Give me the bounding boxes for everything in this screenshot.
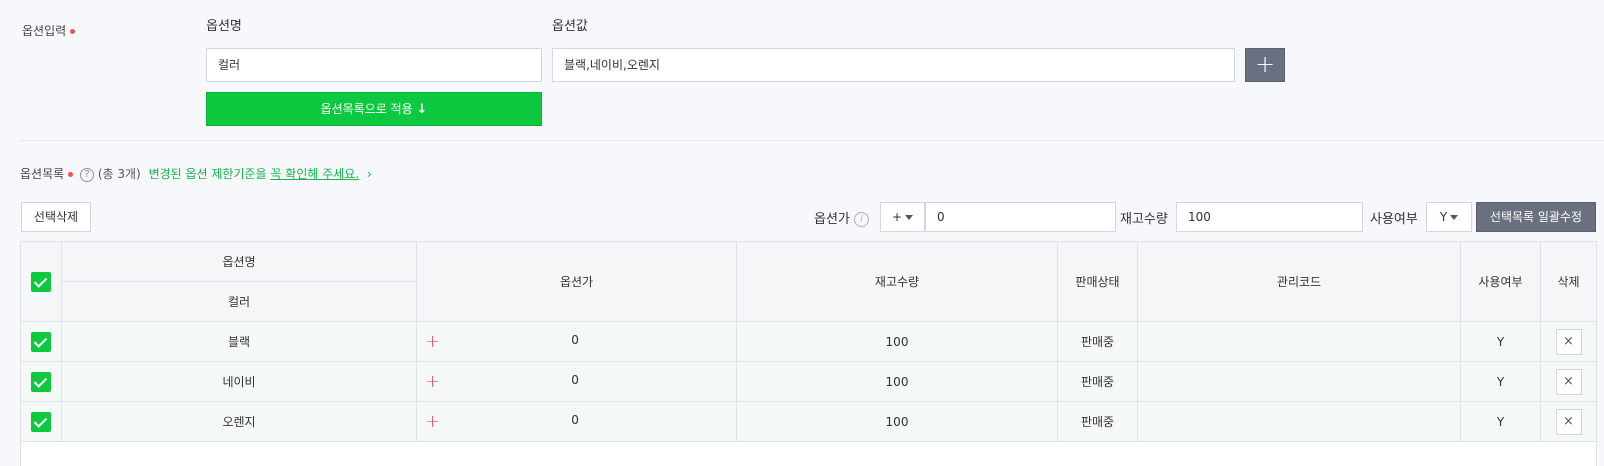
header-option-sub: 컬러	[61, 281, 417, 322]
row-delete-cell: ×	[1540, 361, 1597, 402]
required-dot	[68, 172, 74, 177]
row-price: 0	[571, 332, 579, 347]
arrow-down-icon: ↓	[416, 102, 428, 117]
price-label: 옵션가	[814, 212, 850, 227]
row-price-cell: +0	[416, 361, 737, 402]
row-option-name: 오렌지	[61, 401, 417, 442]
plus-icon: +	[1254, 50, 1276, 78]
option-input-label-text: 옵션입력	[22, 24, 67, 38]
price-sign-select[interactable]: +	[880, 202, 925, 232]
row-usage: Y	[1460, 361, 1541, 402]
row-status: 판매중	[1057, 361, 1138, 402]
row-checkbox[interactable]	[31, 411, 51, 432]
header-code: 관리코드	[1137, 241, 1461, 322]
option-value-input[interactable]: 블랙,네이비,오렌지	[552, 48, 1235, 82]
bulk-edit-button[interactable]: 선택목록 일괄수정	[1476, 202, 1596, 232]
row-code	[1137, 401, 1461, 442]
info-icon[interactable]: i	[854, 212, 870, 227]
row-option-name: 네이비	[61, 361, 417, 402]
table-row: 블랙 +0 100 판매중 Y ×	[20, 321, 1597, 362]
row-select-cell	[20, 401, 62, 442]
header-price: 옵션가	[416, 241, 737, 322]
price-label-group: 옵션가 i	[814, 208, 870, 227]
chevron-down-icon	[1450, 215, 1459, 220]
usage-label: 사용여부	[1370, 212, 1418, 227]
close-icon[interactable]: ×	[1555, 328, 1582, 355]
header-option-name: 옵션명	[61, 241, 417, 282]
row-delete-cell: ×	[1540, 401, 1597, 442]
option-name-input[interactable]: 컬러	[206, 48, 542, 82]
close-icon[interactable]: ×	[1555, 368, 1582, 395]
row-stock: 100	[736, 321, 1058, 362]
plus-sign-icon: +	[425, 410, 441, 432]
plus-sign-icon: +	[425, 370, 441, 392]
row-select-cell	[20, 321, 62, 362]
plus-sign-icon: +	[425, 330, 441, 352]
stock-input[interactable]: 100	[1176, 202, 1363, 232]
price-input[interactable]: 0	[925, 202, 1116, 232]
row-status: 판매중	[1057, 401, 1138, 442]
row-checkbox[interactable]	[31, 331, 51, 352]
select-all-checkbox[interactable]	[31, 271, 51, 292]
apply-to-list-button[interactable]: 옵션목록으로 적용 ↓	[206, 92, 542, 126]
option-list-title: 옵션목록 ? (총 3개) 변경된 옵션 제한기준을 꼭 확인해 주세요. ›	[20, 165, 372, 182]
row-price-cell: +0	[416, 401, 737, 442]
row-checkbox[interactable]	[31, 371, 51, 392]
notice-text: 변경된 옵션 제한기준을	[148, 167, 267, 181]
row-usage: Y	[1460, 321, 1541, 362]
add-option-button[interactable]: +	[1245, 48, 1285, 82]
row-usage: Y	[1460, 401, 1541, 442]
row-stock: 100	[736, 361, 1058, 402]
option-name-header: 옵션명	[206, 19, 242, 34]
row-select-cell	[20, 361, 62, 402]
header-usage: 사용여부	[1460, 241, 1541, 322]
header-delete: 삭제	[1540, 241, 1597, 322]
row-status: 판매중	[1057, 321, 1138, 362]
header-stock: 재고수량	[736, 241, 1058, 322]
option-value-header: 옵션값	[552, 19, 588, 34]
row-price: 0	[571, 372, 579, 387]
row-code	[1137, 321, 1461, 362]
row-stock: 100	[736, 401, 1058, 442]
chevron-right-icon[interactable]: ›	[367, 167, 372, 181]
option-list-label: 옵션목록	[20, 167, 65, 181]
header-status: 판매상태	[1057, 241, 1138, 322]
usage-select[interactable]: Y	[1426, 202, 1472, 232]
row-code	[1137, 361, 1461, 402]
usage-value: Y	[1439, 210, 1448, 224]
apply-button-label: 옵션목록으로 적용	[320, 102, 413, 116]
stock-label: 재고수량	[1120, 212, 1168, 227]
row-price: 0	[571, 412, 579, 427]
table-empty-space	[20, 441, 1597, 466]
close-icon[interactable]: ×	[1555, 408, 1582, 435]
help-icon[interactable]: ?	[80, 167, 94, 182]
table-row: 오렌지 +0 100 판매중 Y ×	[20, 401, 1597, 442]
select-all-cell	[20, 241, 62, 322]
section-divider	[20, 140, 1604, 141]
price-sign-value: +	[891, 210, 903, 224]
empty-cell	[20, 441, 1597, 466]
required-dot	[70, 29, 76, 34]
row-option-name: 블랙	[61, 321, 417, 362]
row-delete-cell: ×	[1540, 321, 1597, 362]
row-price-cell: +0	[416, 321, 737, 362]
notice-link[interactable]: 꼭 확인해 주세요.	[270, 167, 359, 181]
option-count: (총 3개)	[97, 167, 141, 181]
option-input-label: 옵션입력	[22, 22, 76, 39]
table-row: 네이비 +0 100 판매중 Y ×	[20, 361, 1597, 402]
delete-selected-button[interactable]: 선택삭제	[21, 202, 91, 232]
option-table: 옵션명 옵션가 재고수량 판매상태 관리코드 사용여부 삭제 컬러 블랙 +0 …	[20, 241, 1597, 466]
chevron-down-icon	[905, 215, 914, 220]
